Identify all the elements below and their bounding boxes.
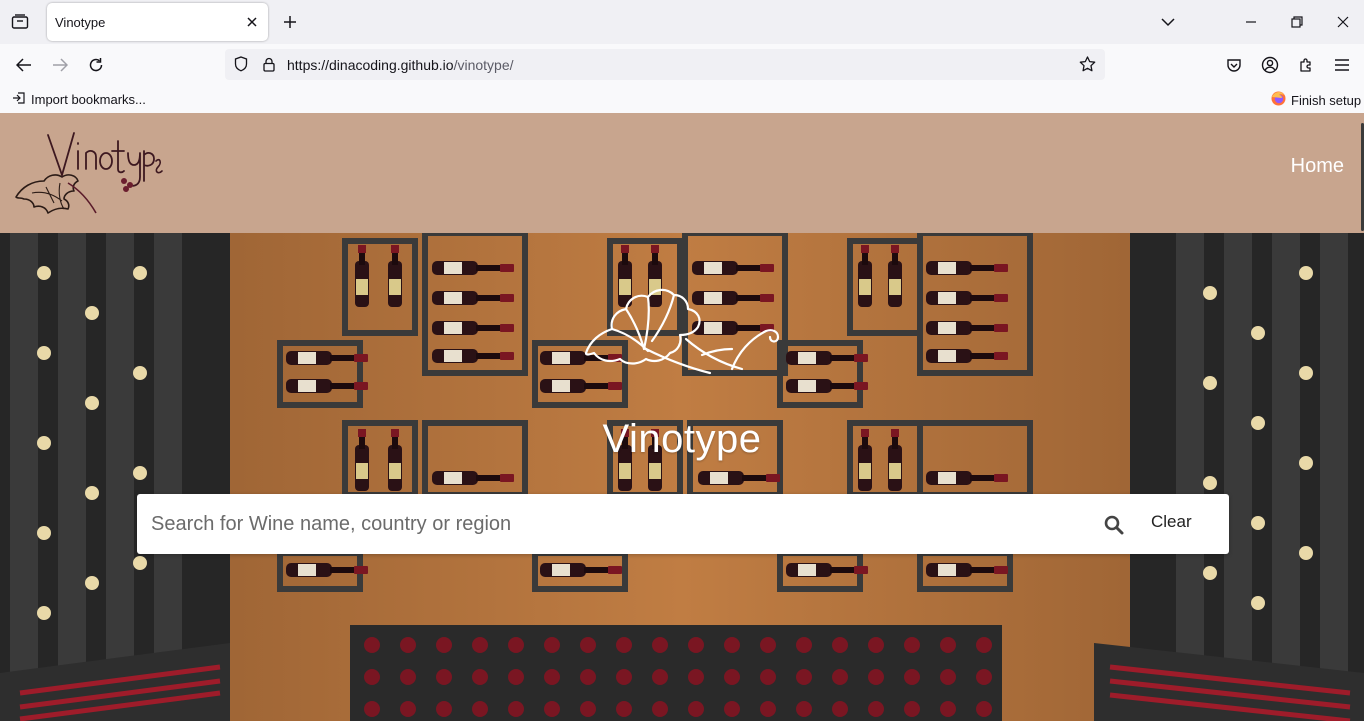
close-tab-icon[interactable]: [244, 14, 260, 30]
forward-icon[interactable]: [48, 53, 72, 77]
tab-strip: Vinotype: [0, 0, 1364, 44]
search-input[interactable]: [151, 508, 1071, 540]
site-header: Home: [0, 113, 1364, 233]
search-box: Clear: [137, 494, 1229, 554]
restore-icon[interactable]: [1285, 10, 1309, 34]
import-icon: [12, 91, 26, 108]
pocket-icon[interactable]: [1222, 53, 1246, 77]
back-icon[interactable]: [12, 53, 36, 77]
close-window-icon[interactable]: [1331, 10, 1355, 34]
new-tab-icon[interactable]: [278, 10, 302, 34]
firefox-logo-icon: [1271, 91, 1286, 109]
import-bookmarks-label: Import bookmarks...: [31, 92, 146, 107]
bookmarks-toolbar: Import bookmarks... Finish setup: [0, 85, 1364, 113]
finish-setup-label: Finish setup: [1291, 92, 1362, 108]
url-bar[interactable]: https://dinacoding.github.io/vinotype/: [225, 49, 1105, 80]
url-path: /vinotype/: [453, 57, 514, 73]
tab-list-folder-icon[interactable]: [8, 10, 32, 34]
account-icon[interactable]: [1258, 53, 1282, 77]
import-bookmarks-button[interactable]: Import bookmarks...: [12, 91, 146, 108]
navigation-toolbar: https://dinacoding.github.io/vinotype/: [0, 44, 1364, 85]
page-viewport: Home Vinotype Search for Wine name, coun…: [0, 113, 1364, 721]
app-menu-hamburger-icon[interactable]: [1330, 53, 1354, 77]
grape-leaf-emblem-icon: [584, 288, 780, 375]
lock-icon[interactable]: [259, 54, 279, 74]
active-tab[interactable]: Vinotype: [47, 3, 268, 41]
clear-button[interactable]: Clear: [1151, 512, 1192, 532]
url-text[interactable]: https://dinacoding.github.io/vinotype/: [287, 57, 514, 73]
finish-setup-button[interactable]: Finish setup: [1271, 91, 1361, 109]
url-host: https://dinacoding.github.io: [287, 57, 454, 73]
bookmark-star-icon[interactable]: [1077, 54, 1097, 74]
search-icon[interactable]: [1103, 514, 1125, 536]
nav-home-link[interactable]: Home: [1291, 155, 1344, 178]
hero-title: Vinotype: [602, 417, 762, 461]
list-all-tabs-icon[interactable]: [1156, 10, 1180, 34]
tab-title: Vinotype: [55, 15, 106, 30]
extensions-puzzle-icon[interactable]: [1294, 53, 1318, 77]
minimize-icon[interactable]: [1239, 10, 1263, 34]
vinotype-logo[interactable]: [12, 127, 164, 219]
hero-section: Vinotype Clear: [0, 233, 1364, 721]
reload-icon[interactable]: [84, 53, 108, 77]
tracking-protection-shield-icon[interactable]: [231, 54, 251, 74]
